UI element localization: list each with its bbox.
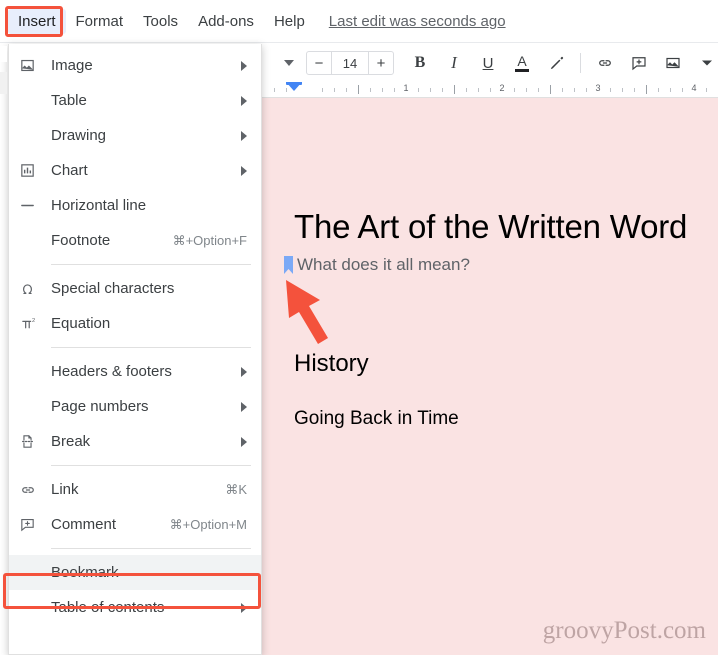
menu-item-label: Bookmark — [51, 564, 119, 581]
menu-item-label: Special characters — [51, 280, 175, 297]
menu-item-table[interactable]: Table — [9, 83, 261, 118]
link-icon — [19, 481, 51, 499]
left-indent-marker[interactable] — [286, 82, 302, 91]
menu-item-label: Drawing — [51, 127, 107, 144]
menu-format[interactable]: Format — [66, 9, 134, 34]
chevron-down-icon[interactable] — [693, 49, 718, 77]
insert-image-icon[interactable] — [659, 49, 687, 77]
watermark: groovyPost.com — [542, 617, 706, 644]
menu-item-label: Equation — [51, 315, 111, 332]
menu-item-label: Link — [51, 481, 79, 498]
occluded-edge-artifact — [0, 46, 7, 62]
toolbar-controls: − 14 + B I U A — [262, 43, 718, 83]
menu-item-label: Image — [51, 57, 93, 74]
submenu-arrow-icon — [241, 60, 247, 71]
google-docs-window: Insert Format Tools Add-ons Help Last ed… — [0, 0, 718, 655]
menu-item-break[interactable]: Break — [9, 424, 261, 459]
menu-item-horizontal-line[interactable]: Horizontal line — [9, 188, 261, 223]
font-size-decrease-button[interactable]: − — [307, 52, 331, 74]
insert-menu-dropdown: Image Table Drawing Chart Horizontal lin… — [8, 44, 262, 655]
image-icon — [19, 57, 51, 74]
submenu-arrow-icon — [241, 436, 247, 447]
add-comment-icon[interactable] — [625, 49, 653, 77]
menu-bar: Insert Format Tools Add-ons Help Last ed… — [0, 0, 718, 42]
menu-item-bookmark[interactable]: Bookmark — [9, 555, 261, 590]
document-title-text: The Art of the Written Word — [294, 208, 688, 245]
submenu-arrow-icon — [241, 366, 247, 377]
italic-button[interactable]: I — [440, 49, 468, 77]
menu-separator — [51, 264, 251, 265]
menu-add-ons[interactable]: Add-ons — [188, 9, 264, 34]
menu-item-headers-footers[interactable]: Headers & footers — [9, 354, 261, 389]
omega-icon — [19, 280, 51, 297]
menu-item-comment[interactable]: Comment ⌘+Option+M — [9, 507, 261, 542]
document-heading-text: History — [294, 350, 369, 377]
ruler-number-1: 1 — [403, 83, 409, 93]
menu-item-label: Table — [51, 92, 87, 109]
menu-item-label: Comment — [51, 516, 117, 533]
menu-item-footnote[interactable]: Footnote ⌘+Option+F — [9, 223, 261, 258]
text-color-swatch — [515, 69, 529, 72]
menu-insert[interactable]: Insert — [8, 8, 66, 34]
menu-item-link[interactable]: Link ⌘K — [9, 472, 261, 507]
menu-item-shortcut: ⌘+Option+M — [169, 516, 247, 532]
menu-item-label: Horizontal line — [51, 197, 147, 214]
font-size-increase-button[interactable]: + — [369, 52, 393, 74]
submenu-arrow-icon — [241, 130, 247, 141]
submenu-arrow-icon — [241, 95, 247, 106]
submenu-arrow-icon — [241, 602, 247, 613]
font-size-value[interactable]: 14 — [332, 56, 368, 71]
menu-item-table-of-contents[interactable]: Table of contents — [9, 590, 261, 625]
submenu-arrow-icon — [241, 165, 247, 176]
menu-item-page-numbers[interactable]: Page numbers — [9, 389, 261, 424]
menu-help[interactable]: Help — [264, 9, 315, 34]
ruler-number-2: 2 — [499, 83, 505, 93]
menu-separator — [51, 465, 251, 466]
ruler-number-4: 4 — [691, 83, 697, 93]
horizontal-ruler[interactable]: 1 2 3 4 — [262, 82, 718, 98]
menu-separator — [51, 548, 251, 549]
ruler-strip: 1 2 3 4 — [262, 82, 718, 97]
svg-text:2: 2 — [32, 318, 35, 324]
horizontal-line-icon — [19, 197, 51, 214]
chevron-down-icon[interactable] — [284, 60, 294, 66]
menu-item-equation[interactable]: 2 Equation — [9, 306, 261, 341]
menu-item-special-characters[interactable]: Special characters — [9, 271, 261, 306]
highlighter-icon[interactable] — [542, 49, 570, 77]
bold-button[interactable]: B — [406, 49, 434, 77]
font-size-stepper: − 14 + — [306, 51, 394, 75]
page-break-icon — [19, 433, 51, 450]
menu-item-label: Table of contents — [51, 599, 165, 616]
menu-item-drawing[interactable]: Drawing — [9, 118, 261, 153]
menu-tools[interactable]: Tools — [133, 9, 188, 34]
document-canvas[interactable]: The Art of the Written Word What does it… — [262, 98, 718, 655]
menu-item-shortcut: ⌘K — [225, 481, 247, 497]
menu-item-shortcut: ⌘+Option+F — [172, 232, 247, 248]
menu-item-label: Footnote — [51, 232, 111, 249]
document-subtitle-text: What does it all mean? — [297, 255, 470, 274]
ruler-number-3: 3 — [595, 83, 601, 93]
occluded-edge-artifact — [0, 72, 7, 94]
text-color-button[interactable]: A — [508, 49, 536, 77]
menu-item-image[interactable]: Image — [9, 48, 261, 83]
menu-item-label: Page numbers — [51, 398, 149, 415]
menu-item-label: Headers & footers — [51, 363, 172, 380]
document-paragraph-text: Going Back in Time — [294, 408, 459, 429]
link-icon[interactable] — [591, 49, 619, 77]
menu-item-label: Break — [51, 433, 91, 450]
text-color-letter: A — [517, 53, 527, 69]
chart-icon — [19, 162, 51, 179]
menu-item-chart[interactable]: Chart — [9, 153, 261, 188]
submenu-arrow-icon — [241, 401, 247, 412]
last-edit-status[interactable]: Last edit was seconds ago — [329, 13, 506, 30]
divider — [580, 53, 581, 73]
add-comment-icon — [19, 516, 51, 533]
menu-item-label: Chart — [51, 162, 88, 179]
equation-icon: 2 — [19, 315, 51, 332]
underline-button[interactable]: U — [474, 49, 502, 77]
bookmark-ribbon-icon[interactable] — [284, 256, 293, 274]
menu-separator — [51, 347, 251, 348]
